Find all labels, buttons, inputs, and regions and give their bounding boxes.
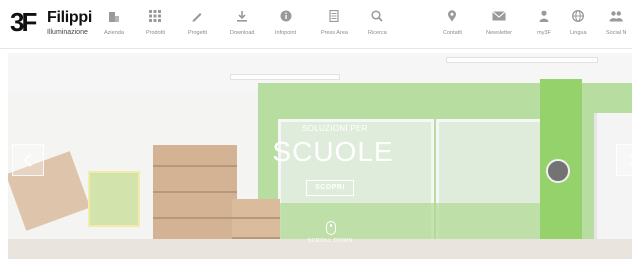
document-icon (326, 8, 342, 24)
chevron-right-icon (627, 153, 632, 167)
nav-label: Contatti (443, 30, 462, 36)
slider-next-button[interactable] (616, 144, 632, 176)
scroll-down-label[interactable]: SCROLL DOWN (298, 238, 362, 244)
nav-item-contatti[interactable]: Contatti (443, 8, 462, 42)
logo-name: Filippi (47, 9, 93, 26)
nav-label: Azienda (104, 30, 124, 36)
nav-label: Infopoint (275, 30, 297, 36)
pencil-icon (189, 8, 205, 24)
logo-subtitle: Illuminazione (47, 29, 88, 36)
download-icon (234, 8, 250, 24)
nav-label: Press Area (321, 30, 348, 36)
chevron-left-icon (23, 153, 33, 167)
logo-mark: 3F (10, 7, 37, 37)
info-icon (278, 8, 294, 24)
map-pin-icon (444, 8, 460, 24)
nav-label: Prodotti (146, 30, 165, 36)
hero-slider: SOLUZIONI PER SCUOLE SCOPRI SCROLL DOWN (8, 53, 632, 259)
nav-label: Lingua (570, 30, 587, 36)
grid-icon (147, 8, 163, 24)
nav-label: my3F (537, 30, 551, 36)
globe-icon (570, 8, 586, 24)
nav-label: Social N (606, 30, 627, 36)
nav-label: Newsletter (486, 30, 512, 36)
nav-label: Ricerca (368, 30, 387, 36)
hero-subtitle: SOLUZIONI PER (302, 124, 368, 133)
mouse-scroll-icon[interactable] (326, 221, 336, 235)
discover-button[interactable]: SCOPRI (306, 180, 354, 196)
nav-item-prodotti[interactable]: Prodotti (146, 8, 165, 42)
nav-item-lingua[interactable]: Lingua (570, 8, 587, 42)
nav-item-my3f[interactable]: my3F (536, 8, 552, 42)
building-icon (106, 8, 122, 24)
nav-label: Progetti (188, 30, 207, 36)
nav-item-newsletter[interactable]: Newsletter (486, 8, 512, 42)
user-icon (536, 8, 552, 24)
nav-item-press-area[interactable]: Press Area (321, 8, 348, 42)
nav-item-progetti[interactable]: Progetti (188, 8, 207, 42)
people-icon (608, 8, 624, 24)
slider-prev-button[interactable] (12, 144, 44, 176)
nav-item-social[interactable]: Social N (606, 8, 626, 42)
nav-label: Download (230, 30, 255, 36)
hero-title: SCUOLE (272, 136, 394, 167)
nav-item-azienda[interactable]: Azienda (104, 8, 124, 42)
top-navigation-bar: 3F Filippi Illuminazione Azienda Prodott… (0, 0, 632, 49)
filippi-logo[interactable]: 3F Filippi Illuminazione (10, 7, 100, 43)
nav-item-download[interactable]: Download (230, 8, 254, 42)
nav-item-infopoint[interactable]: Infopoint (275, 8, 296, 42)
nav-item-ricerca[interactable]: Ricerca (368, 8, 387, 42)
envelope-icon (491, 8, 507, 24)
search-icon (369, 8, 385, 24)
